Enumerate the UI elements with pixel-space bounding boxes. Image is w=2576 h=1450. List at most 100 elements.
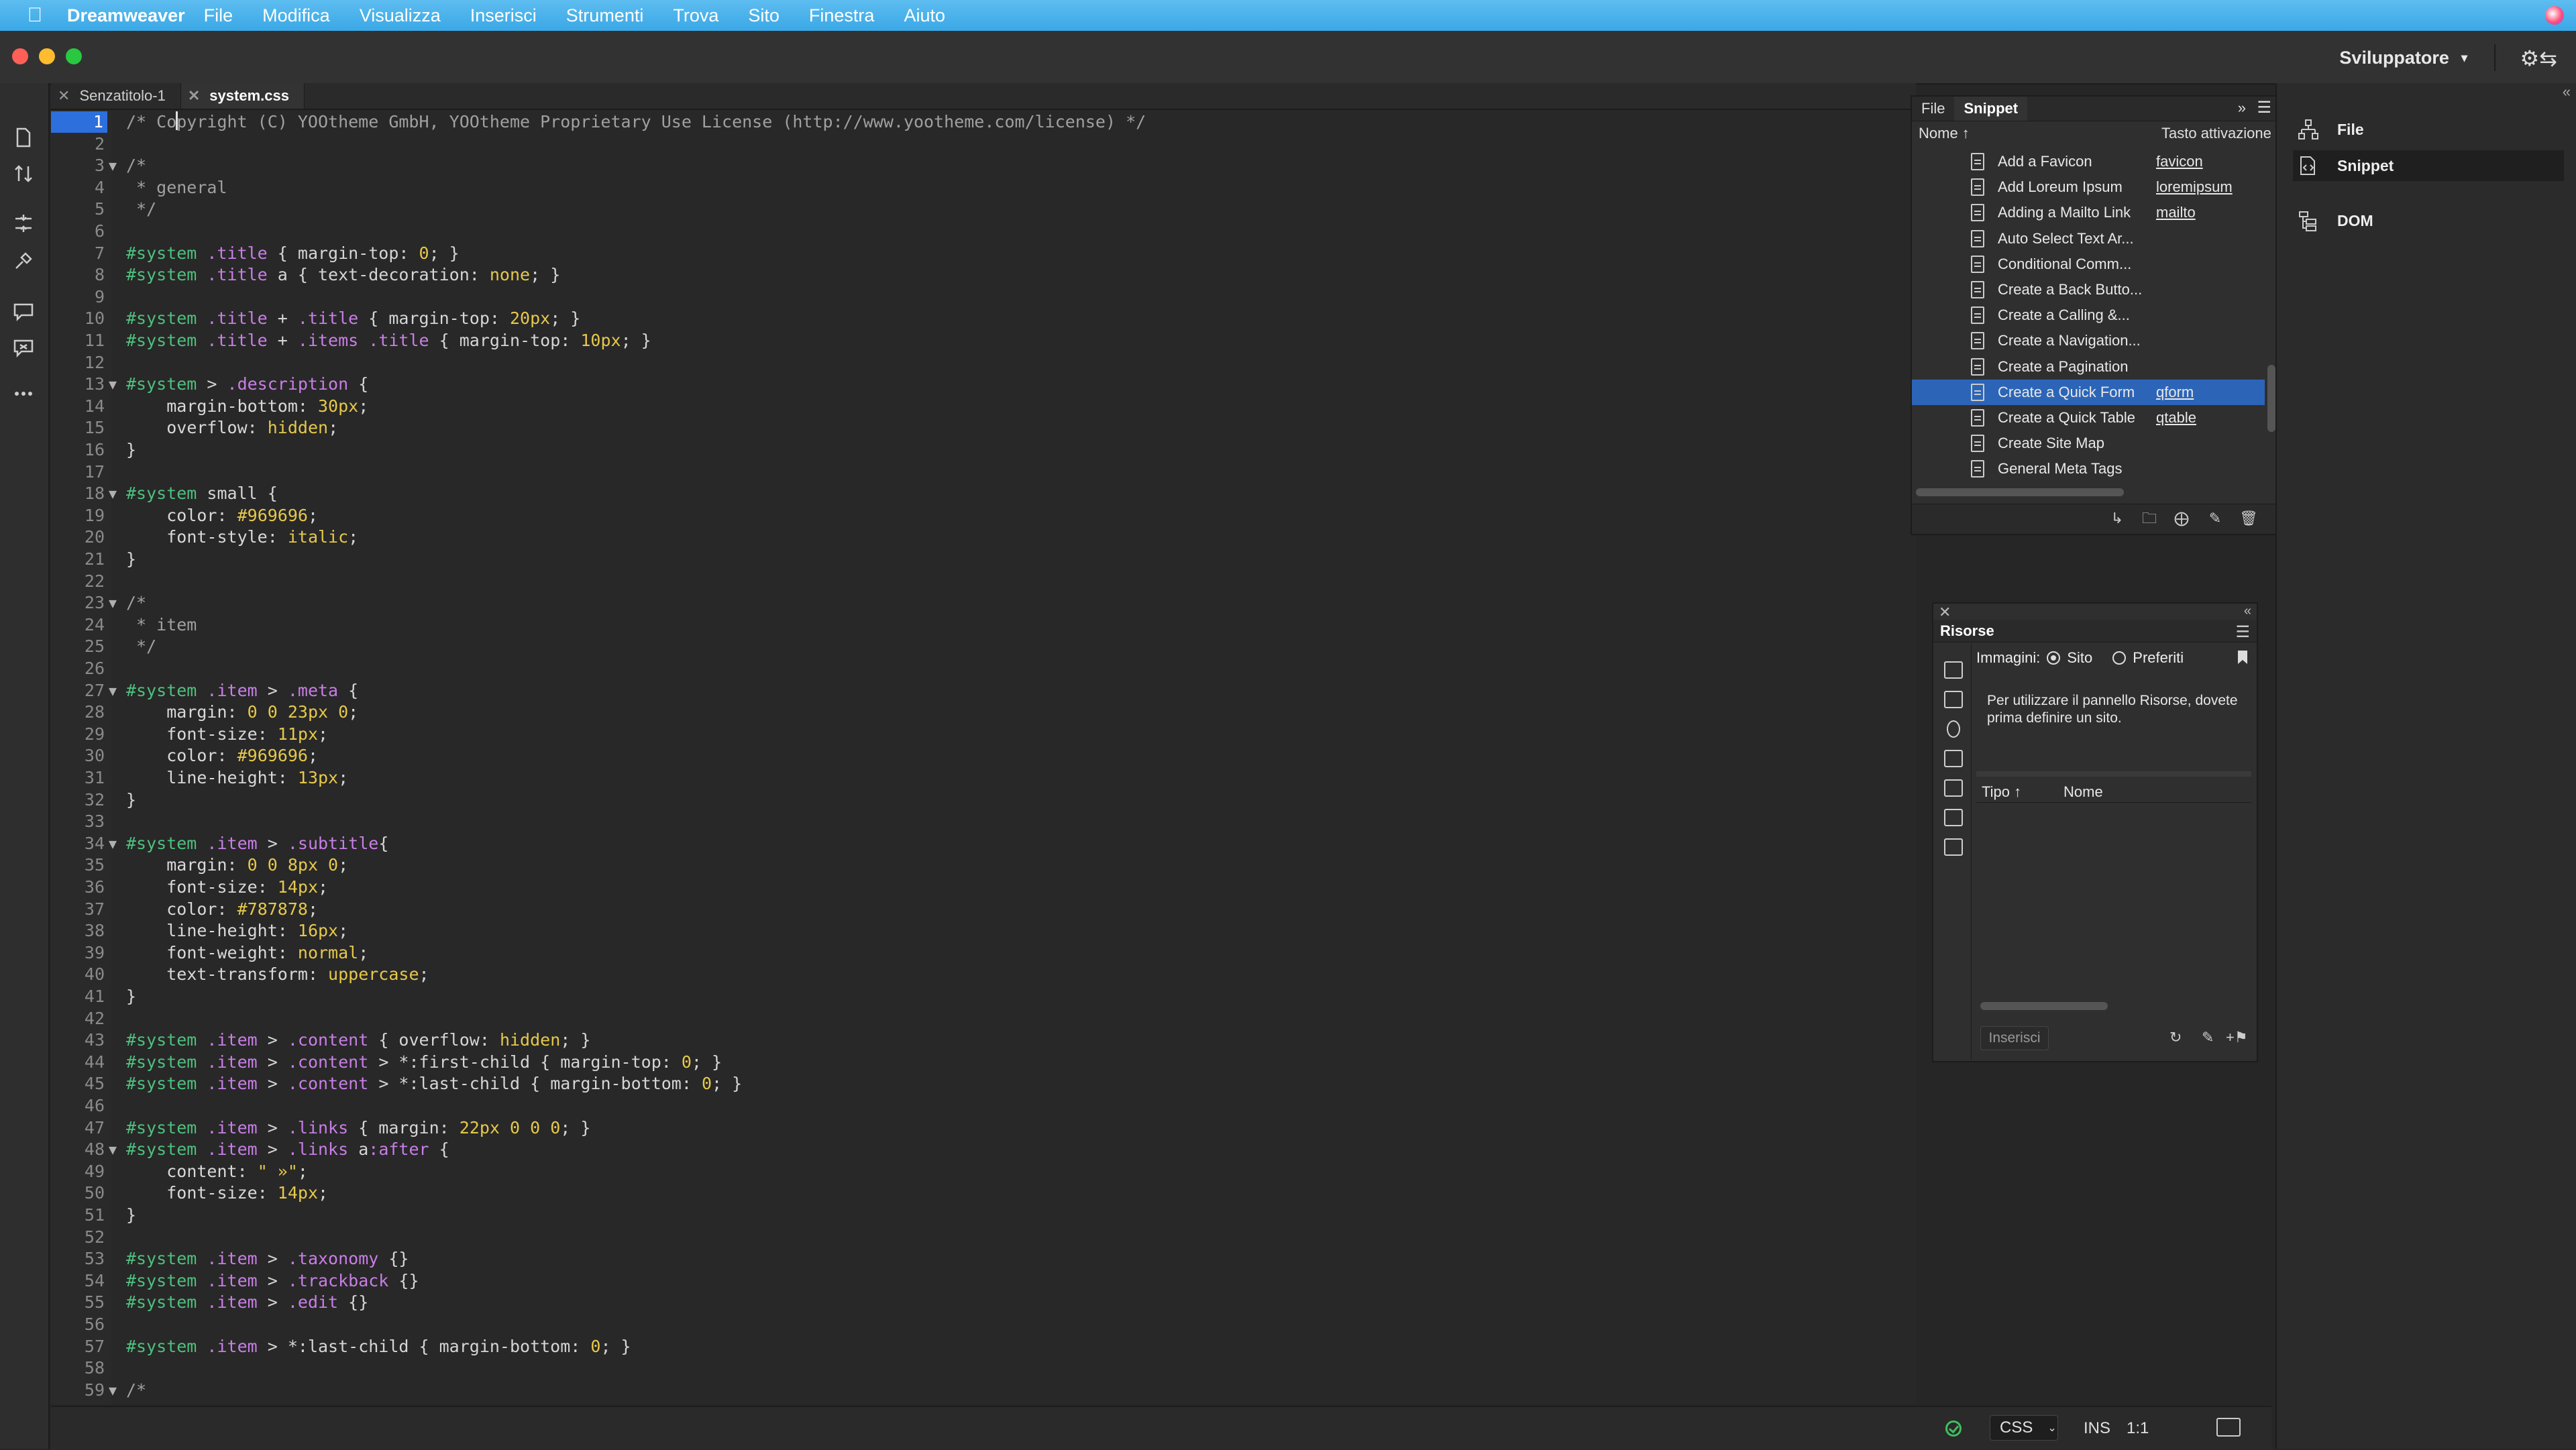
- menu-finestra[interactable]: Finestra: [809, 5, 875, 26]
- tab-file[interactable]: File: [1912, 97, 1954, 121]
- code-line[interactable]: 55 #system .item > .edit {}: [51, 1292, 1916, 1313]
- workspace-switcher[interactable]: Sviluppatore ▾: [2339, 44, 2496, 71]
- edit-snippet-icon[interactable]: ✎: [2207, 511, 2223, 526]
- code-line[interactable]: 58: [51, 1357, 1916, 1379]
- tab-snippet[interactable]: Snippet: [1954, 97, 2028, 121]
- code-line[interactable]: 1 /* Copyright (C) YOOtheme GmbH, YOOthem…: [51, 111, 1916, 133]
- code-line[interactable]: 10 #system .title + .title { margin-top: …: [51, 308, 1916, 329]
- code-line[interactable]: 26: [51, 658, 1916, 679]
- code-line[interactable]: 37 color: #787878;: [51, 899, 1916, 920]
- window-minimize-button[interactable]: [39, 48, 55, 64]
- snippet-item[interactable]: Create a Pagination: [1912, 354, 2265, 380]
- fold-toggle-icon[interactable]: ▼: [109, 680, 117, 702]
- code-line[interactable]: 12: [51, 352, 1916, 374]
- preview-divider[interactable]: [1976, 771, 2251, 777]
- window-maximize-button[interactable]: [66, 48, 82, 64]
- code-line[interactable]: 53 #system .item > .taxonomy {}: [51, 1248, 1916, 1270]
- code-line[interactable]: 30 color: #969696;: [51, 745, 1916, 767]
- panel-menu-icon[interactable]: ☰: [2235, 622, 2250, 642]
- code-line[interactable]: 35 margin: 0 0 8px 0;: [51, 854, 1916, 876]
- gear-icon[interactable]: ⚙⇆: [2520, 46, 2558, 71]
- image-icon[interactable]: [1944, 661, 1963, 679]
- link-icon[interactable]: [1947, 720, 1960, 738]
- radio-favorites[interactable]: [2112, 651, 2127, 665]
- code-line[interactable]: 48 ▼ #system .item > .links a:after {: [51, 1139, 1916, 1160]
- snippet-item[interactable]: Add a Favicon favicon: [1912, 149, 2265, 174]
- snippet-item[interactable]: Create a Back Butto...: [1912, 277, 2265, 302]
- code-line[interactable]: 50 font-size: 14px;: [51, 1182, 1916, 1204]
- code-line[interactable]: 7 #system .title { margin-top: 0; }: [51, 243, 1916, 264]
- insert-mode[interactable]: INS: [2084, 1419, 2110, 1438]
- preview-icon[interactable]: [2216, 1418, 2241, 1437]
- window-close-button[interactable]: [12, 48, 28, 64]
- snippet-item[interactable]: Create a Quick Form qform: [1912, 379, 2265, 405]
- menu-strumenti[interactable]: Strumenti: [566, 5, 644, 26]
- expand-panel-icon[interactable]: »: [2238, 99, 2246, 117]
- code-line[interactable]: 60 * items: [51, 1401, 1916, 1404]
- strip-dom[interactable]: DOM: [2297, 205, 2565, 236]
- column-trigger-key[interactable]: Tasto attivazione: [2161, 125, 2271, 142]
- script-icon[interactable]: [1944, 779, 1963, 797]
- snippet-item[interactable]: Conditional Comm...: [1912, 252, 2265, 277]
- code-line[interactable]: 57 #system .item > *:last-child { margin-…: [51, 1336, 1916, 1357]
- code-line[interactable]: 25 */: [51, 636, 1916, 657]
- panel-menu-icon[interactable]: ☰: [2257, 98, 2271, 117]
- code-line[interactable]: 3 ▼ /*: [51, 155, 1916, 176]
- code-line[interactable]: 4 * general: [51, 177, 1916, 199]
- vertical-scrollbar[interactable]: [2267, 365, 2275, 432]
- file-transfer-icon[interactable]: [8, 158, 39, 189]
- code-line[interactable]: 32}: [51, 789, 1916, 811]
- fold-toggle-icon[interactable]: ▼: [109, 1380, 117, 1401]
- app-menu[interactable]: Dreamweaver: [67, 5, 185, 26]
- code-line[interactable]: 19 color: #969696;: [51, 505, 1916, 526]
- code-line[interactable]: 42: [51, 1008, 1916, 1029]
- radio-site[interactable]: [2047, 651, 2061, 665]
- code-line[interactable]: 59 ▼ /*: [51, 1380, 1916, 1401]
- code-line[interactable]: 21}: [51, 549, 1916, 570]
- close-icon[interactable]: ✕: [1939, 604, 1951, 621]
- code-line[interactable]: 51}: [51, 1205, 1916, 1226]
- template-icon[interactable]: [1944, 809, 1963, 826]
- language-select[interactable]: CSS ⌄: [1990, 1415, 2058, 1441]
- code-line[interactable]: 24 * item: [51, 614, 1916, 636]
- fold-toggle-icon[interactable]: ▼: [109, 1139, 117, 1160]
- trash-icon[interactable]: 🗑: [2239, 511, 2258, 526]
- edit-icon[interactable]: ✎: [2202, 1029, 2214, 1046]
- new-folder-icon[interactable]: 🗀: [2141, 511, 2157, 526]
- expand-collapse-icon[interactable]: [8, 208, 39, 239]
- code-line[interactable]: 18 ▼ #system small {: [51, 483, 1916, 504]
- code-line[interactable]: 20 font-style: italic;: [51, 526, 1916, 548]
- column-name[interactable]: Nome ↑: [1919, 125, 1970, 142]
- code-line[interactable]: 11 #system .title + .items .title { margi…: [51, 330, 1916, 351]
- code-line[interactable]: 8 #system .title a { text-decoration: non…: [51, 264, 1916, 286]
- code-line[interactable]: 16}: [51, 439, 1916, 461]
- close-tab-icon[interactable]: ✕: [188, 87, 200, 105]
- code-editor[interactable]: 1 /* Copyright (C) YOOtheme GmbH, YOOthem…: [51, 110, 1916, 1404]
- code-line[interactable]: 14 margin-bottom: 30px;: [51, 396, 1916, 417]
- code-line[interactable]: 34 ▼ #system .item > .subtitle{: [51, 833, 1916, 854]
- fold-toggle-icon[interactable]: ▼: [109, 155, 117, 176]
- code-line[interactable]: 49 content: " »";: [51, 1161, 1916, 1182]
- code-line[interactable]: 36 font-size: 14px;: [51, 877, 1916, 898]
- add-to-favorites-icon[interactable]: +⚑: [2226, 1029, 2248, 1046]
- format-code-icon[interactable]: [8, 245, 39, 276]
- refresh-icon[interactable]: ↻: [2169, 1029, 2182, 1046]
- insert-snippet-icon[interactable]: ↳: [2109, 511, 2125, 526]
- open-documents-icon[interactable]: [8, 122, 39, 153]
- insert-button[interactable]: Inserisci: [1980, 1026, 2049, 1050]
- code-line[interactable]: 41}: [51, 986, 1916, 1007]
- code-line[interactable]: 33: [51, 811, 1916, 832]
- code-line[interactable]: 40 text-transform: uppercase;: [51, 964, 1916, 985]
- code-line[interactable]: 39 font-weight: normal;: [51, 942, 1916, 964]
- menu-visualizza[interactable]: Visualizza: [360, 5, 441, 26]
- snippet-item[interactable]: Create a Calling &...: [1912, 302, 2265, 328]
- menu-inserisci[interactable]: Inserisci: [470, 5, 537, 26]
- strip-file[interactable]: File: [2297, 114, 2565, 145]
- snippet-item[interactable]: Add Loreum Ipsum loremipsum: [1912, 174, 2265, 200]
- code-line[interactable]: 6: [51, 221, 1916, 242]
- snippet-item[interactable]: Create a Quick Table qtable: [1912, 405, 2265, 431]
- apple-icon[interactable]: : [15, 4, 55, 27]
- code-line[interactable]: 13 ▼ #system > .description {: [51, 374, 1916, 395]
- panel-title[interactable]: Risorse: [1933, 620, 2257, 643]
- code-line[interactable]: 46: [51, 1095, 1916, 1117]
